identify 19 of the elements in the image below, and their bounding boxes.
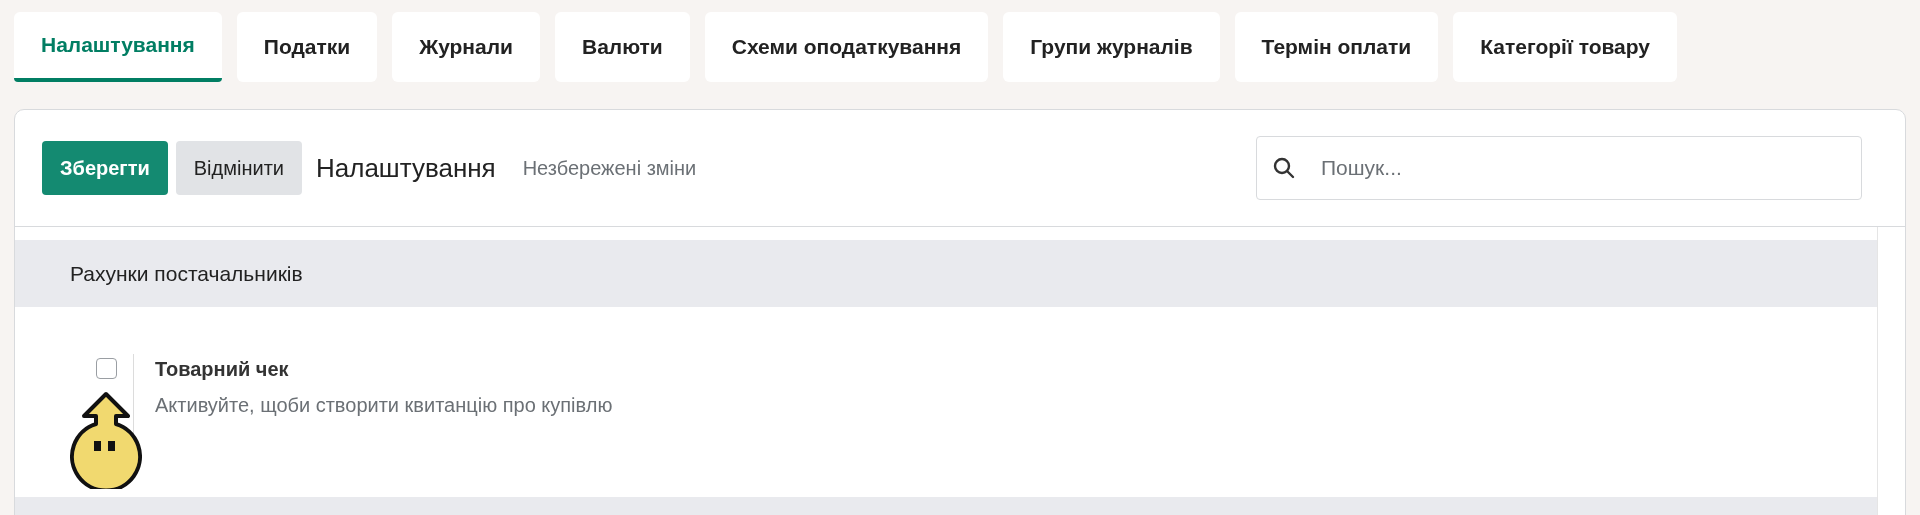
tab[interactable]: Схеми оподаткування [704,12,989,82]
discard-button[interactable]: Відмінити [175,141,302,195]
tab[interactable]: Категорії товару [1453,12,1678,82]
section-title: Рахунки постачальників [70,260,303,287]
tab[interactable]: Групи журналів [1003,12,1220,82]
save-button[interactable]: Зберегти [42,141,168,195]
setting-description: Активуйте, щоби створити квитанцію про купівлю [155,393,613,418]
tab[interactable]: Термін оплати [1234,12,1439,82]
checkbox[interactable] [95,358,117,379]
tab[interactable]: Валюти [555,12,690,82]
tab[interactable]: Журнали [392,12,540,82]
search-icon [1272,156,1296,180]
hint-pointer-icon [70,391,142,489]
tab[interactable]: Налаштування [14,12,222,82]
search-field[interactable]: Пошук... [1256,136,1862,200]
page-title: Налаштування [315,151,496,185]
tab[interactable]: Податки [236,12,378,82]
setting-label: Товарний чек [155,357,290,382]
unsaved-status: Незбережені зміни [522,156,697,181]
